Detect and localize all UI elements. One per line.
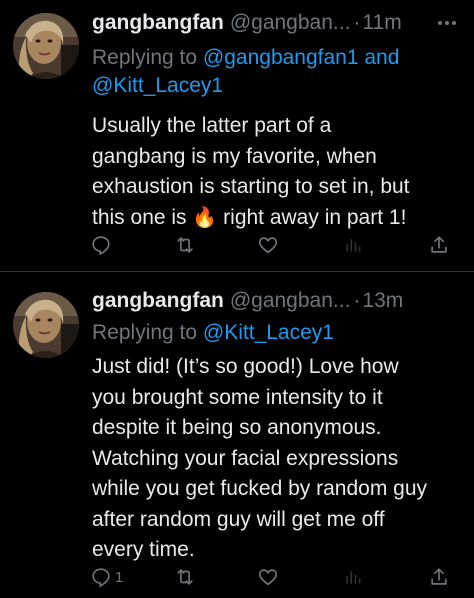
avatar[interactable]	[13, 13, 79, 79]
mention-link[interactable]: @gangbangfan1	[203, 46, 359, 69]
timestamp[interactable]: 13m	[362, 286, 403, 316]
tweet-text-line: Usually the latter part of a	[92, 114, 332, 137]
tweet-header: gangbangfan @gangban... · 11m	[92, 8, 462, 38]
separator-dot: ·	[353, 289, 361, 312]
action-bar: 1	[90, 564, 454, 590]
share-icon	[431, 568, 447, 585]
avatar-image	[13, 13, 79, 79]
handle[interactable]: @gangban...	[230, 286, 351, 316]
like-icon	[258, 237, 278, 254]
tweet-text-line: gangbang is my favorite, when	[92, 144, 377, 168]
mention-conjunction[interactable]: and	[364, 46, 399, 69]
like-icon	[258, 569, 278, 586]
mention-link[interactable]: @Kitt_Lacey1	[92, 74, 223, 97]
tweet-text-line: exhaustion is starting to set in, but	[92, 175, 410, 198]
retweet-icon	[177, 236, 193, 254]
retweet-button[interactable]	[173, 232, 197, 258]
reply-button[interactable]	[90, 232, 115, 258]
replying-to: Replying to @gangbangfan1 and @Kitt_Lace…	[92, 44, 458, 100]
share-button[interactable]	[428, 232, 450, 258]
separator-dot: ·	[353, 11, 361, 34]
tweet-divider	[0, 271, 474, 272]
tweet-text-line: this one is 🔥 right away in part 1!	[92, 203, 460, 234]
tweet-text-line: you brought some intensity to it	[92, 385, 383, 409]
tweet-text-line: Watching your facial expressions	[92, 446, 399, 470]
replying-to: Replying to @Kitt_Lacey1	[92, 319, 458, 347]
tweet-text-line: every time.	[92, 538, 195, 561]
share-button[interactable]	[428, 564, 450, 590]
handle[interactable]: @gangban...	[230, 8, 351, 38]
views-button[interactable]	[343, 232, 363, 258]
retweet-button[interactable]	[173, 564, 197, 590]
tweet-text: Usually the latter part of a gangbang is…	[92, 111, 460, 233]
share-icon	[431, 236, 447, 253]
tweet-text-line: while you get fucked by random guy	[92, 477, 428, 500]
tweet-text-fragment: this one is	[92, 205, 187, 229]
replying-to-label: Replying to	[92, 321, 198, 344]
reply-button[interactable]: 1	[90, 564, 123, 590]
reply-icon	[92, 236, 110, 256]
tweet[interactable]: gangbangfan @gangban... · 13m Replying t…	[0, 276, 474, 598]
display-name[interactable]: gangbangfan	[92, 8, 224, 38]
avatar-image	[13, 292, 79, 358]
replying-to-label: Replying to	[92, 46, 198, 69]
like-button[interactable]	[257, 232, 279, 258]
reply-icon	[92, 568, 110, 588]
tweet-header: gangbangfan @gangban... · 13m	[92, 286, 462, 316]
more-icon[interactable]	[432, 8, 462, 38]
tweet-text-fragment: right away in part 1!	[223, 205, 407, 229]
timestamp[interactable]: 11m	[362, 8, 401, 38]
tweet-text-line: after random guy will get me off	[92, 507, 385, 531]
action-bar	[90, 232, 454, 258]
views-icon	[346, 239, 361, 252]
tweet[interactable]: gangbangfan @gangban... · 11m Replying t…	[0, 0, 474, 270]
fire-emoji: 🔥	[192, 206, 218, 229]
retweet-icon	[177, 568, 193, 586]
mention-link[interactable]: @Kitt_Lacey1	[203, 321, 334, 344]
tweet-text: Just did! (It’s so good!) Love how you b…	[92, 352, 460, 566]
display-name[interactable]: gangbangfan	[92, 286, 224, 316]
like-button[interactable]	[257, 564, 279, 590]
views-icon	[346, 571, 361, 584]
reply-count: 1	[115, 568, 124, 586]
tweet-text-line: despite it being so anonymous.	[92, 416, 382, 439]
tweet-text-line: Just did! (It’s so good!) Love how	[92, 355, 399, 378]
avatar[interactable]	[13, 292, 79, 358]
views-button[interactable]	[343, 564, 363, 590]
